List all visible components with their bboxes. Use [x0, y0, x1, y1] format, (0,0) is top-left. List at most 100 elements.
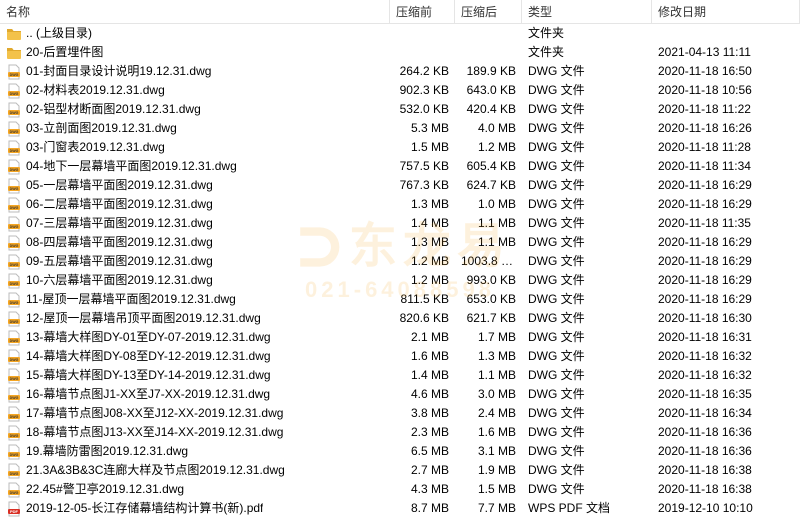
file-type: DWG 文件 [522, 461, 652, 480]
file-date: 2020-11-18 16:32 [652, 347, 800, 366]
file-date: 2020-11-18 16:29 [652, 290, 800, 309]
file-size-compressed: 2.1 MB [390, 328, 455, 347]
file-row[interactable]: DWG10-六层幕墙平面图2019.12.31.dwg1.2 MB993.0 K… [0, 271, 800, 290]
file-size-uncompressed: 7.7 MB [455, 499, 522, 518]
file-size-compressed: 757.5 KB [390, 157, 455, 176]
file-date: 2020-11-18 16:36 [652, 423, 800, 442]
dwg-icon: DWG [6, 64, 22, 80]
file-date: 2020-11-18 16:36 [652, 442, 800, 461]
file-row[interactable]: DWG22.45#警卫亭2019.12.31.dwg4.3 MB1.5 MBDW… [0, 480, 800, 499]
file-size-compressed: 820.6 KB [390, 309, 455, 328]
dwg-icon: DWG [6, 178, 22, 194]
file-row[interactable]: DWG06-二层幕墙平面图2019.12.31.dwg1.3 MB1.0 MBD… [0, 195, 800, 214]
file-row[interactable]: DWG01-封面目录设计说明19.12.31.dwg264.2 KB189.9 … [0, 62, 800, 81]
file-row[interactable]: DWG13-幕墙大样图DY-01至DY-07-2019.12.31.dwg2.1… [0, 328, 800, 347]
file-row[interactable]: DWG09-五层幕墙平面图2019.12.31.dwg1.2 MB1003.8 … [0, 252, 800, 271]
file-size-compressed: 2.3 MB [390, 423, 455, 442]
file-size-uncompressed: 1.5 MB [455, 480, 522, 499]
file-name: 03-门窗表2019.12.31.dwg [26, 138, 165, 157]
file-type: DWG 文件 [522, 62, 652, 81]
file-row[interactable]: DWG05-一层幕墙平面图2019.12.31.dwg767.3 KB624.7… [0, 176, 800, 195]
column-header-date[interactable]: 修改日期 [652, 0, 800, 23]
file-size-compressed: 1.5 MB [390, 138, 455, 157]
file-size-compressed: 902.3 KB [390, 81, 455, 100]
svg-text:DWG: DWG [10, 168, 19, 172]
file-row[interactable]: DWG03-立剖面图2019.12.31.dwg5.3 MB4.0 MBDWG … [0, 119, 800, 138]
file-type: DWG 文件 [522, 404, 652, 423]
file-type: DWG 文件 [522, 100, 652, 119]
file-size-uncompressed: 4.0 MB [455, 119, 522, 138]
file-row[interactable]: DWG15-幕墙大样图DY-13至DY-14-2019.12.31.dwg1.4… [0, 366, 800, 385]
file-row[interactable]: DWG03-门窗表2019.12.31.dwg1.5 MB1.2 MBDWG 文… [0, 138, 800, 157]
file-size-compressed: 4.6 MB [390, 385, 455, 404]
file-name: 01-封面目录设计说明19.12.31.dwg [26, 62, 211, 81]
column-header-name[interactable]: 名称 [0, 0, 390, 23]
dwg-icon: DWG [6, 235, 22, 251]
file-row[interactable]: DWG07-三层幕墙平面图2019.12.31.dwg1.4 MB1.1 MBD… [0, 214, 800, 233]
file-row[interactable]: DWG 04-地下一层幕墙平面图2019.12.31.dwg 757.5 KB605… [0, 157, 800, 176]
file-size-uncompressed: 1.3 MB [455, 347, 522, 366]
file-name: 18-幕墙节点图J13-XX至J14-XX-2019.12.31.dwg [26, 423, 283, 442]
file-row[interactable]: DWG08-四层幕墙平面图2019.12.31.dwg1.3 MB1.1 MBD… [0, 233, 800, 252]
file-size-compressed: 3.8 MB [390, 404, 455, 423]
svg-text:DWG: DWG [10, 111, 19, 115]
file-row[interactable]: DWG02-材料表2019.12.31.dwg902.3 KB643.0 KBD… [0, 81, 800, 100]
file-row[interactable]: PDF2019-12-05-长江存储幕墙结构计算书(新).pdf8.7 MB7.… [0, 499, 800, 518]
file-name: 04-地下一层幕墙平面图2019.12.31.dwg [26, 157, 237, 176]
file-name: 12-屋顶一层幕墙吊顶平面图2019.12.31.dwg [26, 309, 261, 328]
file-size-compressed: 1.6 MB [390, 347, 455, 366]
file-date: 2020-11-18 16:29 [652, 271, 800, 290]
file-size-uncompressed: 993.0 KB [455, 271, 522, 290]
file-size-uncompressed: 1.0 MB [455, 195, 522, 214]
column-header-type[interactable]: 类型 [522, 0, 652, 23]
dwg-icon: DWG [6, 121, 22, 137]
file-size-uncompressed: 643.0 KB [455, 81, 522, 100]
file-size-compressed: 1.4 MB [390, 214, 455, 233]
file-size-uncompressed: 2.4 MB [455, 404, 522, 423]
column-header-row: 名称 压缩前 压缩后 类型 修改日期 [0, 0, 800, 24]
file-row[interactable]: DWG18-幕墙节点图J13-XX至J14-XX-2019.12.31.dwg2… [0, 423, 800, 442]
svg-text:DWG: DWG [10, 377, 19, 381]
file-row[interactable]: DWG19.幕墙防雷图2019.12.31.dwg6.5 MB3.1 MBDWG… [0, 442, 800, 461]
file-date: 2020-11-18 16:29 [652, 176, 800, 195]
column-header-compressed[interactable]: 压缩前 [390, 0, 455, 23]
file-list: .. (上级目录)文件夹20-后置埋件图文件夹2021-04-13 11:11D… [0, 24, 800, 518]
dwg-icon: DWG [6, 482, 22, 498]
svg-text:DWG: DWG [10, 339, 19, 343]
file-type: DWG 文件 [522, 119, 652, 138]
file-row[interactable]: DWG02-铝型材断面图2019.12.31.dwg532.0 KB420.4 … [0, 100, 800, 119]
file-row[interactable]: .. (上级目录)文件夹 [0, 24, 800, 43]
dwg-icon: DWG [6, 273, 22, 289]
svg-text:DWG: DWG [10, 73, 19, 77]
dwg-icon: DWG [6, 387, 22, 403]
file-row[interactable]: DWG16-幕墙节点图J1-XX至J7-XX-2019.12.31.dwg4.6… [0, 385, 800, 404]
file-size-uncompressed: 605.4 KB [455, 157, 522, 176]
file-type: DWG 文件 [522, 385, 652, 404]
svg-text:DWG: DWG [10, 263, 19, 267]
file-name: 22.45#警卫亭2019.12.31.dwg [26, 480, 184, 499]
file-type: DWG 文件 [522, 195, 652, 214]
file-date: 2020-11-18 10:56 [652, 81, 800, 100]
file-row[interactable]: 20-后置埋件图文件夹2021-04-13 11:11 [0, 43, 800, 62]
file-date: 2020-11-18 16:32 [652, 366, 800, 385]
file-size-compressed: 767.3 KB [390, 176, 455, 195]
file-row[interactable]: DWG11-屋顶一层幕墙平面图2019.12.31.dwg811.5 KB653… [0, 290, 800, 309]
svg-text:DWG: DWG [10, 320, 19, 324]
file-type: DWG 文件 [522, 233, 652, 252]
svg-text:DWG: DWG [10, 92, 19, 96]
file-row[interactable]: DWG17-幕墙节点图J08-XX至J12-XX-2019.12.31.dwg3… [0, 404, 800, 423]
file-row[interactable]: DWG12-屋顶一层幕墙吊顶平面图2019.12.31.dwg820.6 KB6… [0, 309, 800, 328]
svg-text:DWG: DWG [10, 130, 19, 134]
svg-text:DWG: DWG [10, 244, 19, 248]
file-row[interactable]: DWG14-幕墙大样图DY-08至DY-12-2019.12.31.dwg1.6… [0, 347, 800, 366]
column-header-uncompressed[interactable]: 压缩后 [455, 0, 522, 23]
file-name: 06-二层幕墙平面图2019.12.31.dwg [26, 195, 213, 214]
dwg-icon: DWG [6, 463, 22, 479]
file-row[interactable]: DWG21.3A&3B&3C连廊大样及节点图2019.12.31.dwg2.7 … [0, 461, 800, 480]
file-date: 2020-11-18 11:34 [652, 157, 800, 176]
file-type: WPS PDF 文档 [522, 499, 652, 518]
file-name: 05-一层幕墙平面图2019.12.31.dwg [26, 176, 213, 195]
file-name: 15-幕墙大样图DY-13至DY-14-2019.12.31.dwg [26, 366, 271, 385]
file-name: 14-幕墙大样图DY-08至DY-12-2019.12.31.dwg [26, 347, 271, 366]
file-name: 2019-12-05-长江存储幕墙结构计算书(新).pdf [26, 499, 263, 518]
